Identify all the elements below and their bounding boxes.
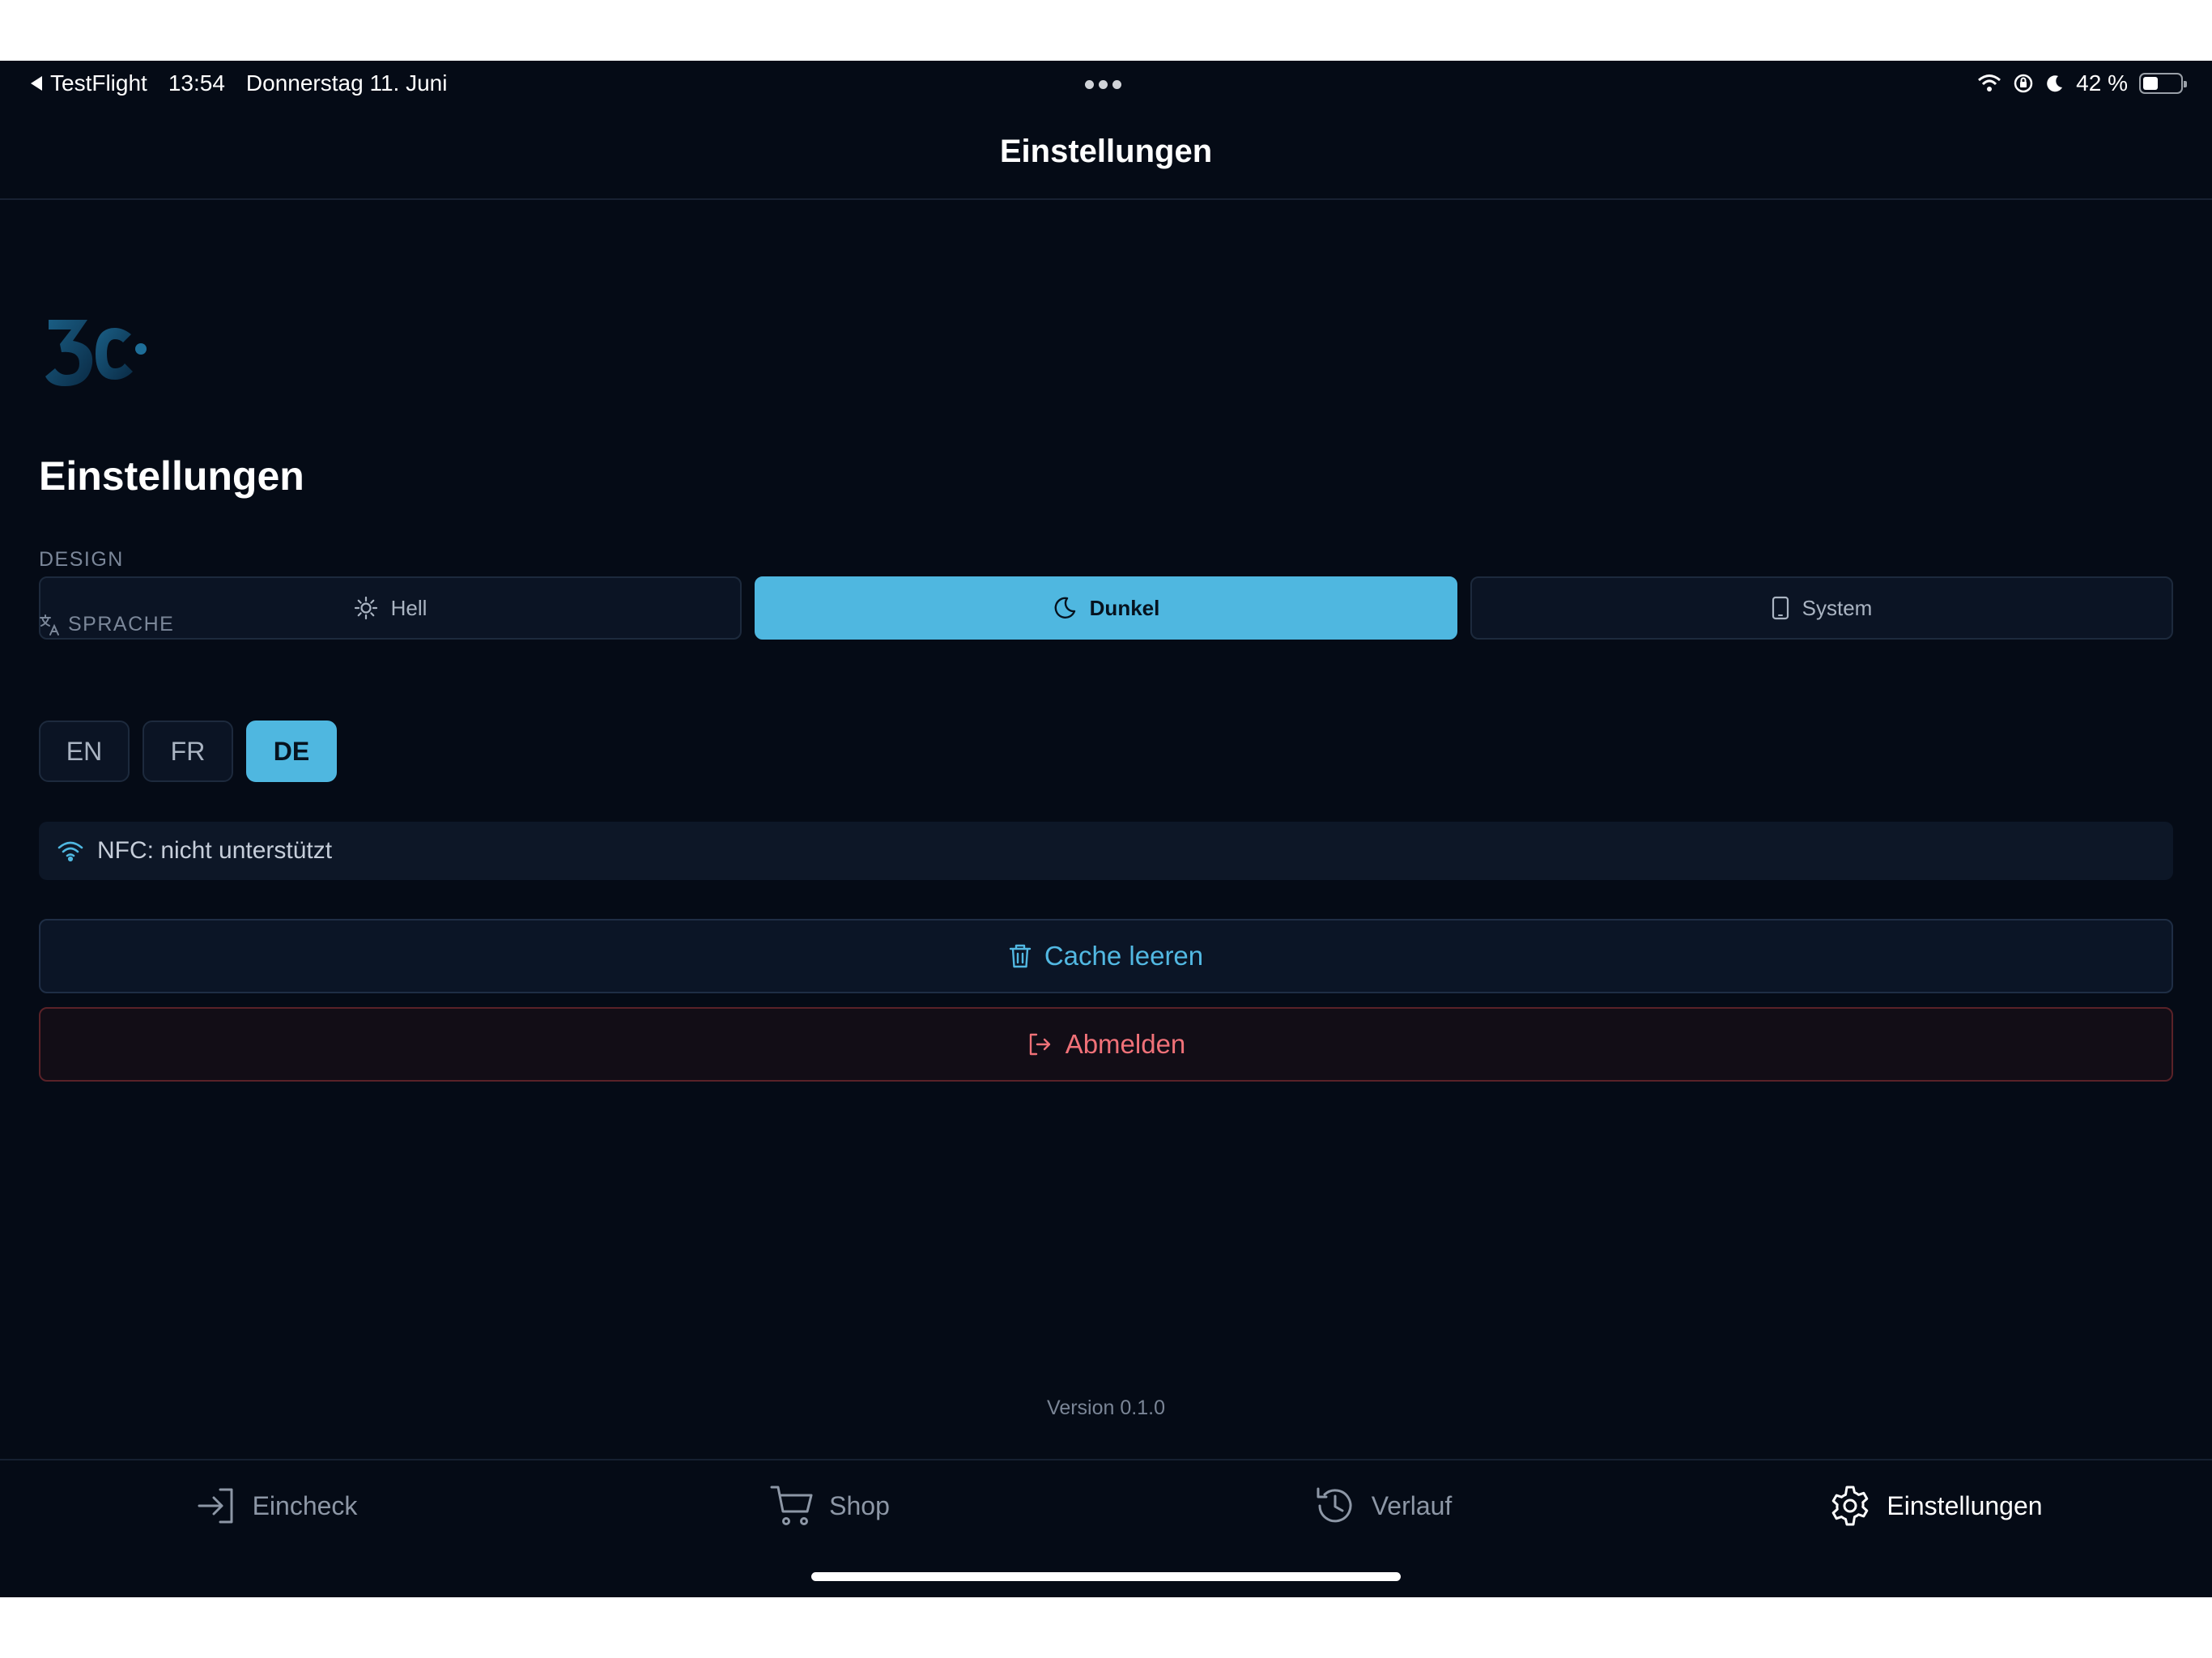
do-not-disturb-icon bbox=[2045, 74, 2065, 93]
design-section-label: DESIGN bbox=[39, 548, 124, 572]
history-icon bbox=[1313, 1484, 1357, 1528]
design-label-text: DESIGN bbox=[39, 548, 124, 571]
battery-fill bbox=[2143, 77, 2159, 90]
clear-cache-label: Cache leeren bbox=[1044, 941, 1204, 971]
tab-verlauf[interactable]: Verlauf bbox=[1106, 1460, 1659, 1551]
theme-selector: Hell Dunkel System bbox=[39, 576, 2173, 640]
tab-shop[interactable]: Shop bbox=[553, 1460, 1106, 1551]
gear-icon bbox=[1828, 1484, 1872, 1528]
status-right: 42 % bbox=[1977, 70, 2187, 96]
tab-shop-label: Shop bbox=[829, 1490, 890, 1520]
login-icon bbox=[196, 1485, 238, 1527]
app-screen: TestFlight 13:54 Donnerstag 11. Juni 42 … bbox=[0, 61, 2212, 1597]
logout-button[interactable]: Abmelden bbox=[39, 1007, 2173, 1082]
nav-title: Einstellungen bbox=[999, 134, 1213, 169]
wifi-icon bbox=[57, 840, 84, 862]
status-date: Donnerstag 11. Juni bbox=[245, 70, 448, 96]
language-selector: EN FR DE bbox=[39, 721, 337, 782]
nfc-status-text: NFC: nicht unterstützt bbox=[97, 837, 333, 864]
language-label-text: SPRACHE bbox=[68, 613, 175, 636]
back-app-label: TestFlight bbox=[50, 70, 147, 96]
clear-cache-button[interactable]: Cache leeren bbox=[39, 919, 2173, 993]
back-arrow-icon bbox=[31, 76, 42, 91]
battery-percentage: 42 % bbox=[2076, 70, 2128, 96]
theme-option-system[interactable]: System bbox=[1470, 576, 2173, 640]
translate-icon bbox=[39, 614, 62, 636]
theme-option-dark[interactable]: Dunkel bbox=[755, 576, 1457, 640]
page-title: Einstellungen bbox=[39, 453, 304, 499]
tab-einstellungen[interactable]: Einstellungen bbox=[1659, 1460, 2212, 1551]
app-version: Version 0.1.0 bbox=[1047, 1397, 1165, 1419]
multitasking-dots-icon[interactable] bbox=[1085, 80, 1121, 89]
back-to-app-link[interactable]: TestFlight bbox=[31, 70, 147, 96]
logout-label: Abmelden bbox=[1065, 1029, 1186, 1059]
language-option-fr[interactable]: FR bbox=[143, 721, 233, 782]
language-option-de[interactable]: DE bbox=[246, 721, 337, 782]
battery-icon bbox=[2139, 73, 2187, 94]
trash-icon bbox=[1009, 943, 1032, 969]
moon-icon bbox=[1053, 596, 1077, 620]
status-time: 13:54 bbox=[168, 70, 225, 96]
theme-option-dark-label: Dunkel bbox=[1089, 595, 1160, 620]
language-option-en[interactable]: EN bbox=[39, 721, 130, 782]
app-logo bbox=[44, 313, 151, 391]
sun-icon bbox=[354, 596, 378, 620]
cart-icon bbox=[769, 1484, 815, 1528]
tab-einstellungen-label: Einstellungen bbox=[1887, 1490, 2043, 1520]
status-bar: TestFlight 13:54 Donnerstag 11. Juni 42 … bbox=[0, 61, 2212, 106]
tab-eincheck-label: Eincheck bbox=[252, 1490, 358, 1520]
home-indicator[interactable] bbox=[811, 1572, 1401, 1581]
theme-option-system-label: System bbox=[1802, 595, 1873, 620]
tab-verlauf-label: Verlauf bbox=[1371, 1490, 1453, 1520]
language-section-label: SPRACHE bbox=[39, 613, 174, 636]
theme-option-light-label: Hell bbox=[390, 595, 428, 620]
status-left: TestFlight 13:54 Donnerstag 11. Juni bbox=[31, 70, 447, 96]
nav-divider bbox=[0, 198, 2212, 200]
device-icon bbox=[1772, 596, 1789, 620]
orientation-lock-icon bbox=[2013, 73, 2034, 94]
tab-bar: Eincheck Shop Verlauf Einstellungen bbox=[0, 1460, 2212, 1551]
logout-icon bbox=[1027, 1031, 1053, 1057]
wifi-status-icon bbox=[1977, 74, 2001, 93]
nfc-status-bar: NFC: nicht unterstützt bbox=[39, 822, 2173, 880]
tab-eincheck[interactable]: Eincheck bbox=[0, 1460, 553, 1551]
